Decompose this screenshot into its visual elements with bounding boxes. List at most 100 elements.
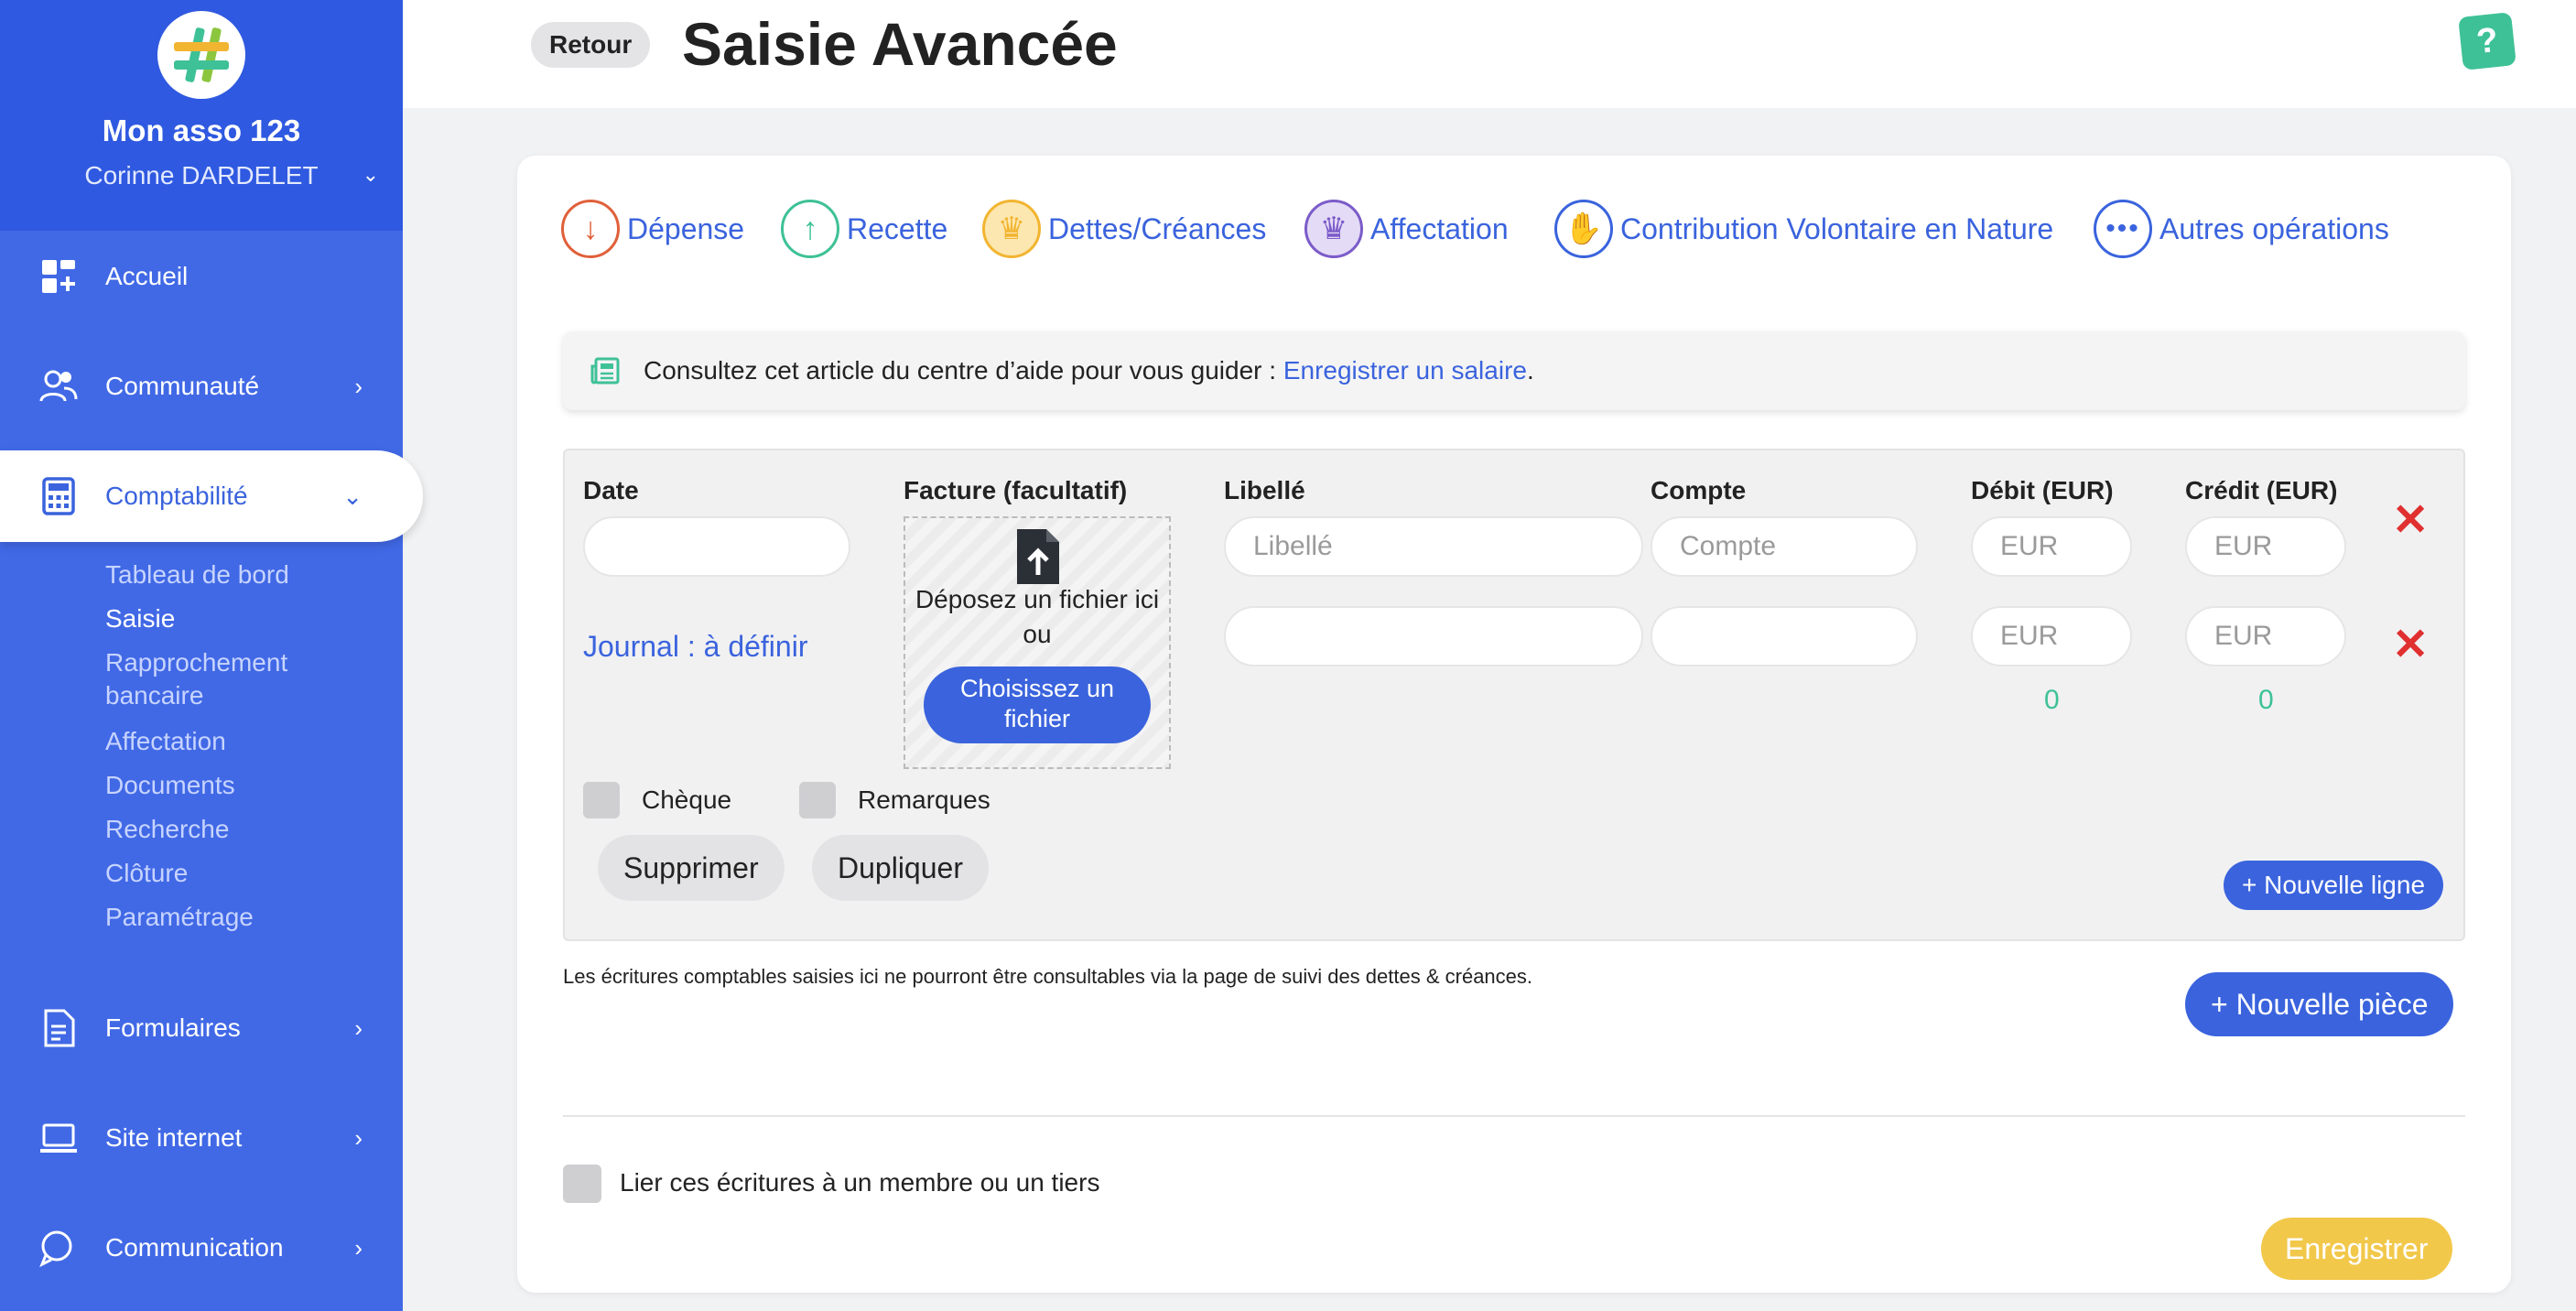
- dropzone-text: Déposez un fichier ici ou: [905, 582, 1169, 652]
- arrow-up-icon: ↑: [781, 200, 839, 258]
- chevron-down-icon[interactable]: ⌄: [363, 163, 379, 187]
- account-input[interactable]: Compte: [1651, 516, 1918, 577]
- op-type-label: Affectation: [1370, 211, 1509, 245]
- sub-item-recherche[interactable]: Recherche: [105, 815, 229, 844]
- nav-label-comptabilite: Comptabilité: [105, 482, 248, 510]
- delete-row-icon[interactable]: ✕: [2392, 619, 2429, 670]
- help-banner-suffix: .: [1526, 356, 1534, 385]
- chevron-right-icon: ›: [354, 1123, 363, 1152]
- debit-input[interactable]: EUR: [1971, 516, 2132, 577]
- op-type-recette[interactable]: ↑ Recette: [781, 200, 947, 258]
- op-type-label: Dépense: [627, 211, 745, 245]
- nav-label-formulaires: Formulaires: [105, 1013, 241, 1042]
- entry-card: ↓ Dépense ↑ Recette ♛ Dettes/Créances ♛ …: [517, 156, 2511, 1293]
- new-piece-button[interactable]: + Nouvelle pièce: [2185, 972, 2454, 1036]
- sub-item-cloture[interactable]: Clôture: [105, 859, 188, 888]
- link-member-checkbox[interactable]: [563, 1165, 601, 1203]
- dashboard-icon: [42, 260, 75, 293]
- sub-item-affectation[interactable]: Affectation: [105, 727, 226, 756]
- duplicate-entry-button[interactable]: Dupliquer: [812, 835, 989, 901]
- laptop-icon: [40, 1123, 77, 1153]
- sub-item-rapprochement-line2[interactable]: bancaire: [105, 681, 203, 710]
- sidebar-header: Mon asso 123 Corinne DARDELET ⌄: [0, 0, 403, 231]
- hand-icon: ✋: [1554, 200, 1613, 258]
- choose-file-button[interactable]: Choisissez un fichier: [924, 666, 1151, 743]
- sub-item-tableau-de-bord[interactable]: Tableau de bord: [105, 560, 289, 590]
- nav-item-formulaires[interactable]: Formulaires ›: [0, 982, 403, 1074]
- nav-item-site-internet[interactable]: Site internet ›: [0, 1092, 403, 1184]
- remarks-checkbox[interactable]: [799, 782, 836, 818]
- label-input[interactable]: Libellé: [1224, 516, 1643, 577]
- op-type-depense[interactable]: ↓ Dépense: [561, 200, 744, 258]
- nav-item-communaute[interactable]: Communauté ›: [0, 341, 403, 432]
- nav-item-accueil[interactable]: Accueil: [0, 231, 403, 322]
- op-type-label: Dettes/Créances: [1048, 211, 1267, 245]
- chevron-right-icon: ›: [354, 1013, 363, 1042]
- help-article-link[interactable]: Enregistrer un salaire: [1283, 356, 1527, 385]
- page-title: Saisie Avancée: [682, 10, 1118, 78]
- arrow-down-icon: ↓: [561, 200, 620, 258]
- more-dots-icon: •••: [2094, 200, 2152, 258]
- debit-input[interactable]: EUR: [1971, 606, 2132, 666]
- col-header-credit: Crédit (EUR): [2185, 476, 2338, 504]
- nav-label-site-internet: Site internet: [105, 1123, 243, 1152]
- op-type-autres[interactable]: ••• Autres opérations: [2094, 200, 2389, 258]
- credit-input[interactable]: EUR: [2185, 516, 2346, 577]
- crown-arrows-icon: ♛: [1304, 200, 1363, 258]
- org-logo[interactable]: [157, 11, 245, 99]
- op-type-label: Recette: [847, 211, 948, 245]
- document-icon: [44, 1009, 75, 1047]
- op-type-affectation[interactable]: ♛ Affectation: [1304, 200, 1509, 258]
- sub-item-parametrage[interactable]: Paramétrage: [105, 903, 254, 932]
- op-type-label: Contribution Volontaire en Nature: [1620, 211, 2054, 245]
- credit-input[interactable]: EUR: [2185, 606, 2346, 666]
- link-member-label: Lier ces écritures à un membre ou un tie…: [620, 1168, 1100, 1197]
- nav-label-communaute: Communauté: [105, 372, 260, 400]
- op-type-dettes-creances[interactable]: ♛ Dettes/Créances: [982, 200, 1266, 258]
- save-button[interactable]: Enregistrer: [2261, 1218, 2452, 1280]
- top-bar: Retour Saisie Avancée ?: [403, 0, 2576, 108]
- file-upload-icon: [1017, 529, 1059, 584]
- entry-note: Les écritures comptables saisies ici ne …: [563, 965, 1533, 988]
- chevron-right-icon: ›: [354, 372, 363, 400]
- sub-item-rapprochement[interactable]: Rapprochement: [105, 648, 287, 677]
- back-button[interactable]: Retour: [531, 22, 651, 68]
- sidebar: Mon asso 123 Corinne DARDELET ⌄ Accueil …: [0, 0, 423, 1311]
- account-input[interactable]: [1651, 606, 1918, 666]
- op-type-label: Autres opérations: [2159, 211, 2389, 245]
- col-header-date: Date: [583, 476, 639, 504]
- col-header-account: Compte: [1651, 476, 1747, 504]
- nav-item-communication[interactable]: Communication ›: [0, 1202, 403, 1294]
- remarks-label: Remarques: [858, 786, 990, 814]
- nav-label-communication: Communication: [105, 1233, 284, 1262]
- journal-link[interactable]: Journal : à définir: [583, 630, 807, 664]
- chevron-right-icon: ›: [354, 1233, 363, 1262]
- users-icon: [39, 370, 78, 402]
- sub-item-saisie[interactable]: Saisie: [105, 604, 175, 634]
- crown-icon: ♛: [982, 200, 1041, 258]
- chat-icon: [39, 1230, 72, 1268]
- op-type-contribution-nature[interactable]: ✋ Contribution Volontaire en Nature: [1554, 200, 2053, 258]
- col-header-invoice: Facture (facultatif): [904, 476, 1128, 504]
- invoice-dropzone[interactable]: Déposez un fichier ici ou Choisissez un …: [904, 516, 1171, 769]
- cheque-label: Chèque: [642, 786, 732, 814]
- delete-entry-button[interactable]: Supprimer: [598, 835, 785, 901]
- delete-row-icon[interactable]: ✕: [2392, 494, 2429, 546]
- date-input[interactable]: [583, 516, 850, 577]
- total-debit: 0: [2044, 685, 2060, 715]
- nav-item-comptabilite[interactable]: Comptabilité ⌄: [0, 450, 423, 542]
- help-banner: Consultez cet article du centre d’aide p…: [563, 331, 2465, 410]
- user-name[interactable]: Corinne DARDELET: [0, 161, 403, 190]
- label-input[interactable]: [1224, 606, 1643, 666]
- chevron-down-icon: ⌄: [342, 482, 363, 510]
- help-button[interactable]: ?: [2458, 12, 2516, 70]
- org-name: Mon asso 123: [102, 114, 301, 147]
- choose-file-label-line1: Choisissez un: [959, 675, 1115, 702]
- cheque-checkbox[interactable]: [583, 782, 620, 818]
- sub-item-documents[interactable]: Documents: [105, 771, 235, 800]
- nav-label-accueil: Accueil: [105, 262, 189, 290]
- new-line-button[interactable]: + Nouvelle ligne: [2224, 861, 2444, 910]
- help-banner-text: Consultez cet article du centre d’aide p…: [644, 356, 1283, 385]
- calculator-icon: [42, 477, 75, 515]
- choose-file-label-line2: fichier: [1003, 705, 1071, 732]
